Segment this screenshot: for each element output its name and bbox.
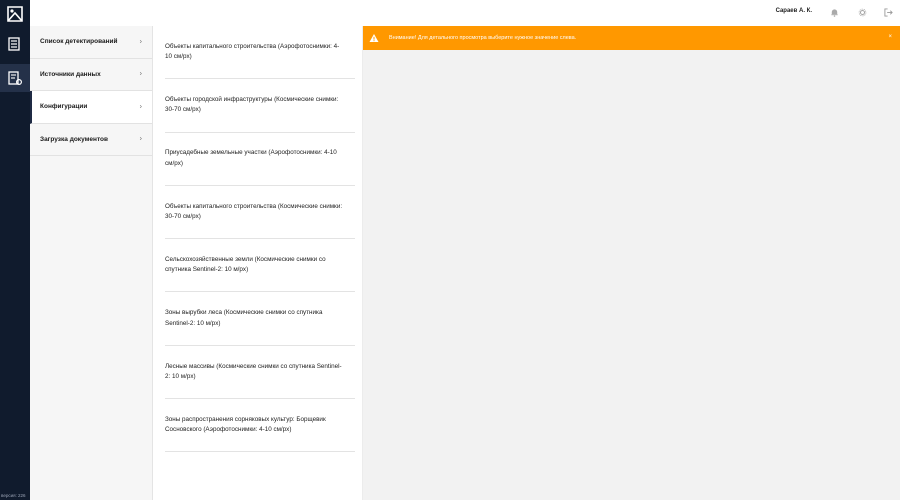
menu-item-data-sources[interactable]: Источники данных › — [30, 59, 152, 91]
menu-item-detections[interactable]: Список детектирований › — [30, 26, 152, 59]
rail-settings-nav[interactable] — [0, 64, 30, 92]
config-item-label: Сельскохозяйственные земли (Космические … — [165, 255, 326, 274]
warning-banner: Внимание! Для детального просмотра выбер… — [363, 26, 900, 50]
bell-icon[interactable] — [828, 6, 840, 18]
config-item-label: Зоны вырубки леса (Космические снимки со… — [165, 309, 323, 327]
list-doc-icon — [8, 37, 20, 51]
menu-item-label: Загрузка документов — [40, 135, 109, 143]
map-logo-icon[interactable] — [6, 4, 24, 24]
warning-icon — [369, 34, 379, 42]
config-item-label: Объекты капитального строительства (Косм… — [165, 202, 343, 221]
config-item-label: Приусадебные земельные участки (Аэрофото… — [165, 149, 337, 167]
logout-icon[interactable] — [882, 6, 894, 18]
config-item-label: Лесные массивы (Космические снимки со сп… — [165, 362, 342, 380]
menu-item-label: Источники данных — [40, 70, 101, 78]
config-item[interactable]: Сельскохозяйственные земли (Космические … — [165, 239, 355, 293]
menu-item-label: Список детектирований — [40, 38, 118, 46]
rail-detections-nav[interactable] — [0, 30, 30, 58]
gear-icon[interactable] — [856, 6, 868, 18]
menu-item-label: Конфигурации — [40, 103, 88, 111]
config-item[interactable]: Зоны вырубки леса (Космические снимки со… — [165, 292, 355, 346]
config-item[interactable]: Приусадебные земельные участки (Аэрофото… — [165, 133, 355, 186]
chevron-right-icon: › — [139, 70, 142, 78]
configuration-list: Объекты капитального строительства (Аэро… — [153, 26, 363, 500]
config-item[interactable]: Объекты городской инфраструктуры (Космич… — [165, 79, 355, 133]
config-item[interactable]: Объекты капитального строительства (Аэро… — [165, 26, 355, 80]
user-name[interactable]: Сараев А. К. — [776, 8, 812, 14]
section-menu: Список детектирований › Источники данных… — [30, 26, 153, 500]
chevron-right-icon: › — [139, 38, 142, 46]
version-label: версия: 226 — [1, 493, 26, 498]
close-icon[interactable]: × — [888, 34, 892, 40]
menu-item-document-upload[interactable]: Загрузка документов › — [30, 124, 152, 156]
top-header: Сараев А. К. — [30, 0, 900, 26]
chevron-right-icon: › — [139, 103, 142, 111]
config-item[interactable]: Объекты капитального строительства (Косм… — [165, 186, 355, 240]
config-item-label: Зоны распространения сорняковых культур:… — [165, 415, 326, 434]
config-item[interactable]: Лесные массивы (Космические снимки со сп… — [165, 346, 355, 400]
config-item-label: Объекты капитального строительства (Аэро… — [165, 42, 340, 61]
config-item-label: Объекты городской инфраструктуры (Космич… — [165, 96, 339, 114]
chevron-right-icon: › — [139, 135, 142, 143]
warning-message: Внимание! Для детального просмотра выбер… — [389, 35, 577, 41]
doc-settings-icon — [8, 71, 23, 86]
menu-item-configurations[interactable]: Конфигурации › — [30, 91, 152, 124]
detail-panel: Внимание! Для детального просмотра выбер… — [363, 26, 900, 500]
app-rail: версия: 226 — [0, 0, 30, 500]
config-item[interactable]: Зоны распространения сорняковых культур:… — [165, 399, 355, 453]
